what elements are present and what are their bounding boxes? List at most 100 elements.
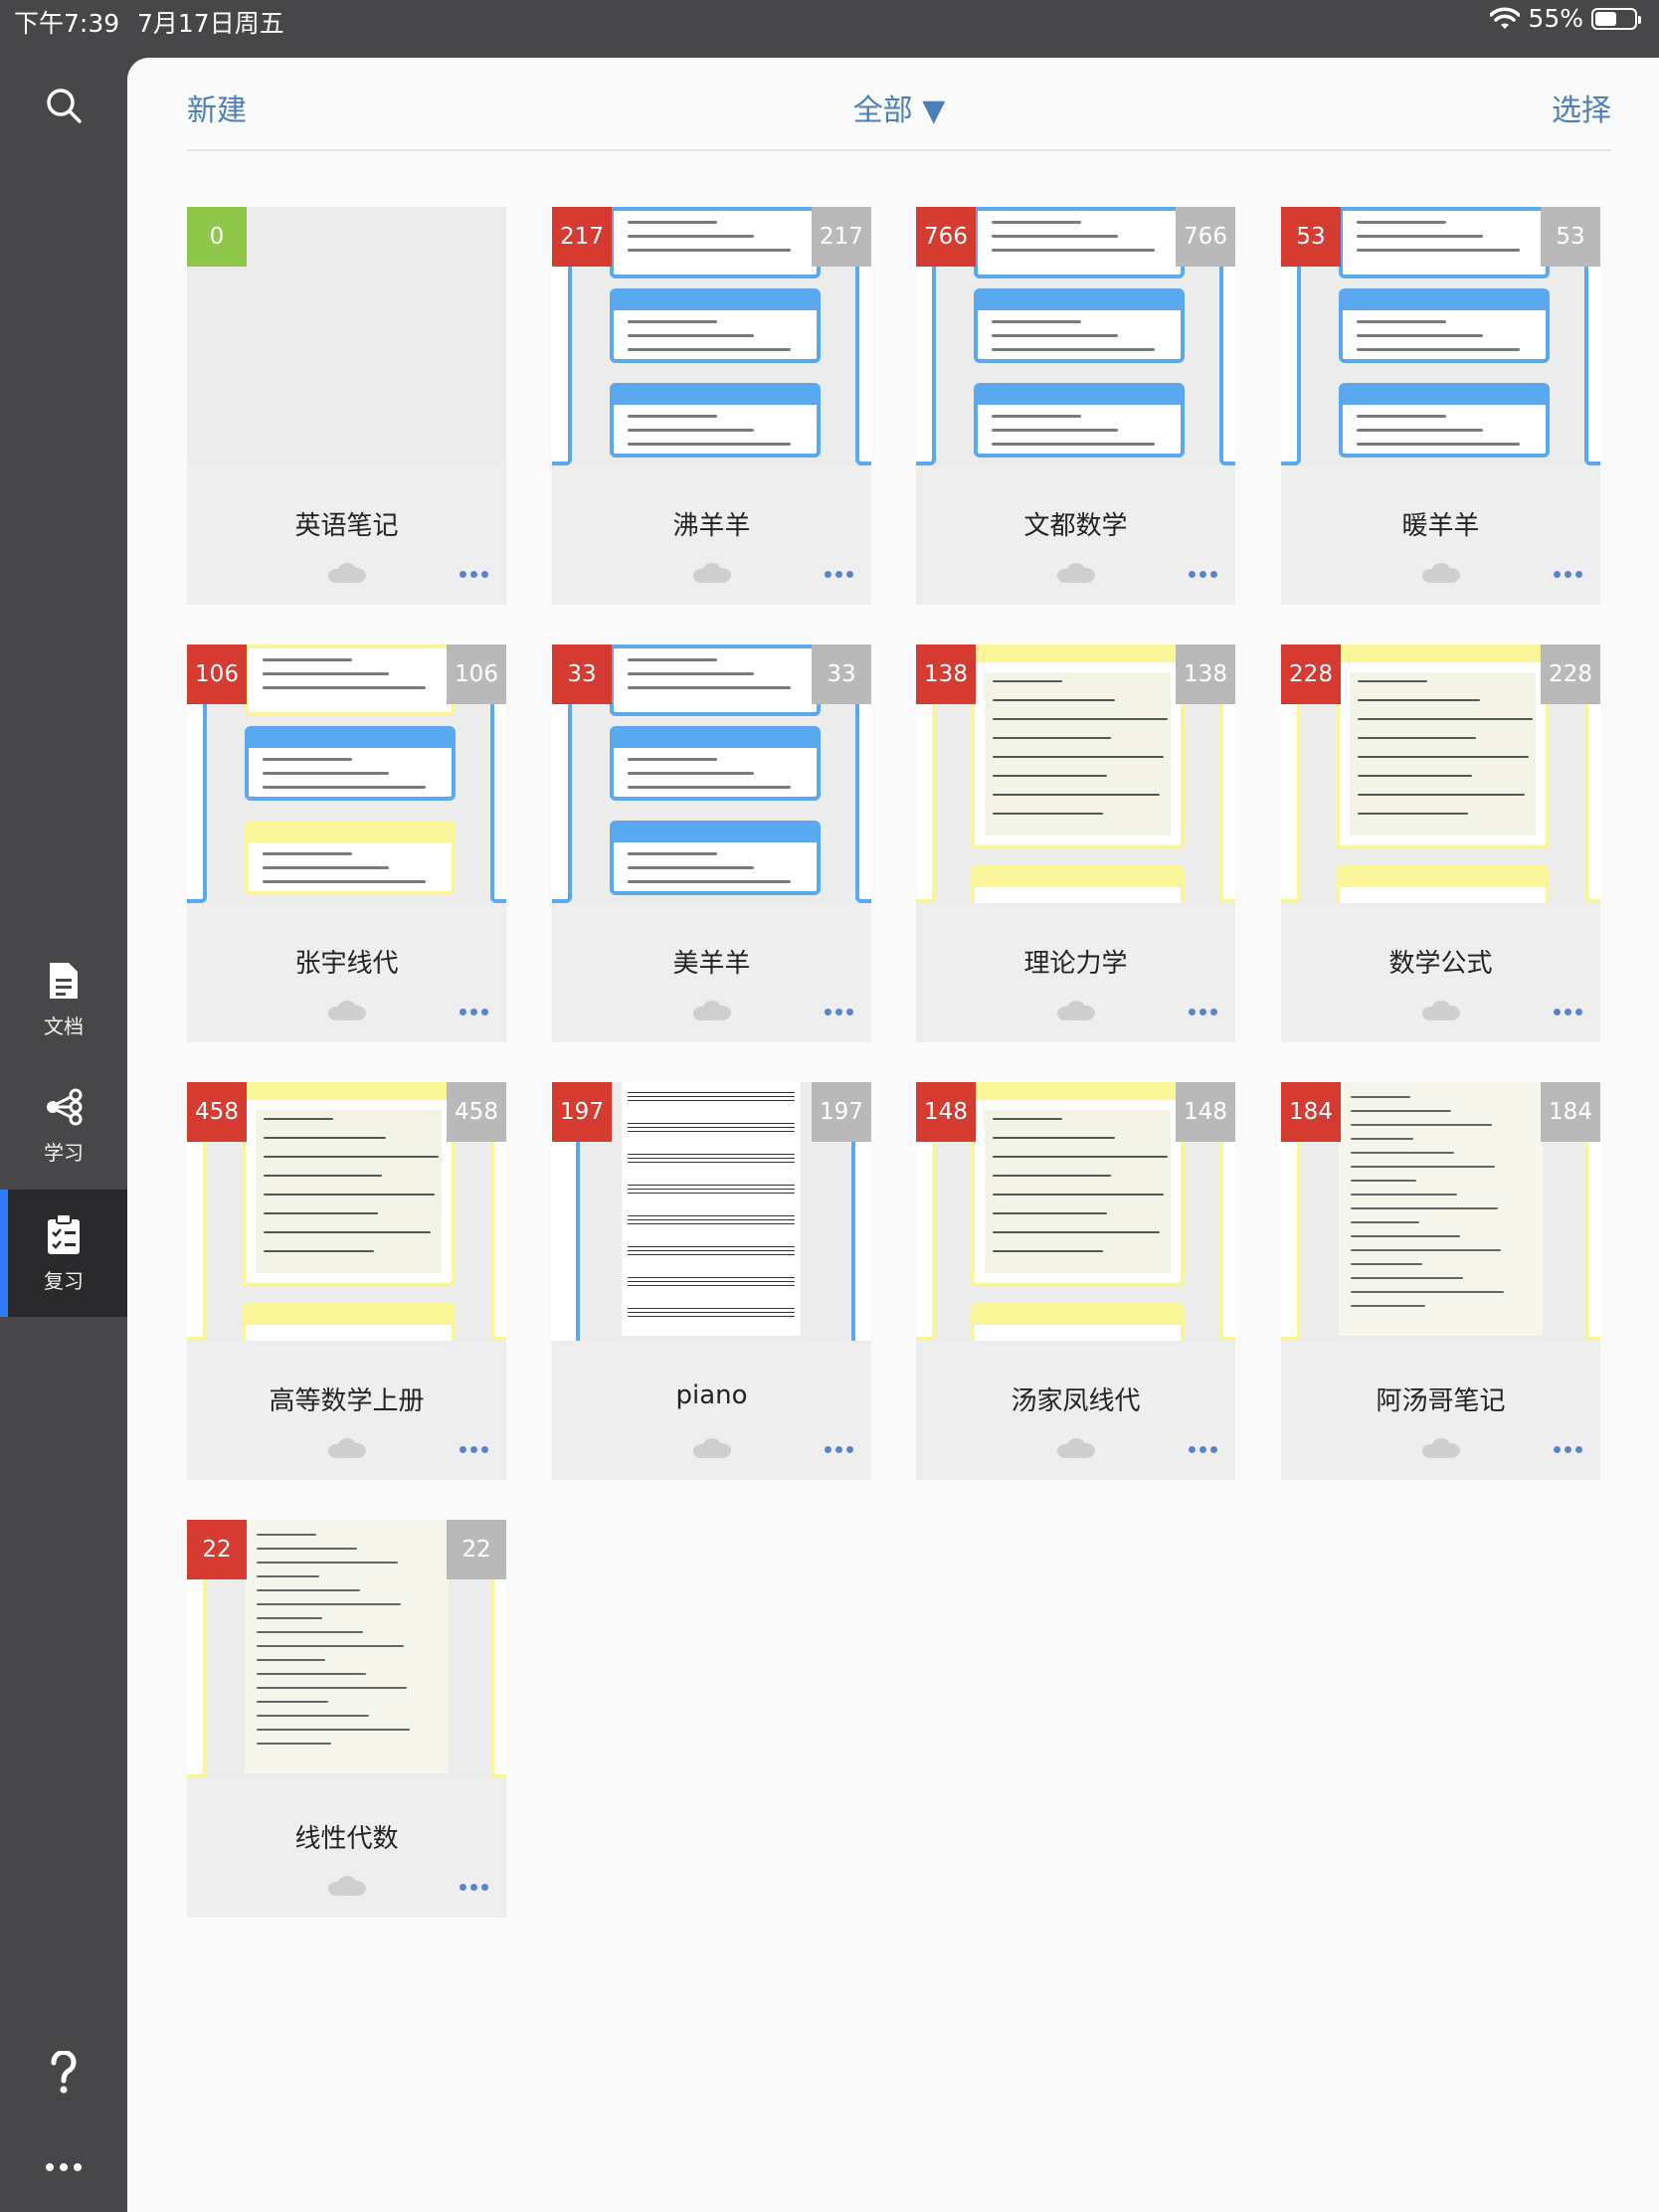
review-count-badge: 217 (552, 207, 612, 267)
notebook-title: 张宇线代 (294, 949, 399, 979)
cloud-icon (1057, 1438, 1095, 1458)
total-count-badge: 217 (812, 207, 871, 267)
notebook-card[interactable]: 197 197 piano (552, 1082, 871, 1480)
ellipsis-icon[interactable] (460, 1884, 488, 1891)
notebook-card[interactable]: 148 148 汤家凤线代 (916, 1082, 1235, 1480)
ellipsis-icon[interactable] (1189, 1009, 1217, 1015)
sidebar-item-study[interactable]: 学习 (0, 1087, 127, 1197)
sidebar-item-label: 学习 (44, 1141, 84, 1165)
clipboard-check-icon (48, 1213, 80, 1254)
cloud-icon (693, 1438, 731, 1458)
wifi-icon (1490, 7, 1521, 29)
cloud-icon (328, 563, 366, 583)
sidebar-item-label: 文档 (44, 1014, 84, 1038)
notebook-title: 汤家凤线代 (1011, 1386, 1141, 1416)
notebook-title: 暖羊羊 (1401, 511, 1480, 541)
document-icon (50, 963, 78, 999)
sidebar-item-docs[interactable]: 文档 (0, 961, 127, 1070)
help-button[interactable] (0, 2051, 127, 2095)
notebook-title: 理论力学 (1023, 949, 1128, 979)
review-count-badge: 228 (1281, 645, 1341, 704)
notebook-card[interactable]: 33 33 美羊羊 (552, 645, 871, 1042)
cloud-icon (328, 1438, 366, 1458)
cloud-icon (1422, 1001, 1460, 1020)
total-count-badge: 33 (812, 645, 871, 704)
total-count-badge: 766 (1176, 207, 1235, 267)
cloud-icon (1422, 1438, 1460, 1458)
notebook-title: 英语笔记 (294, 511, 399, 541)
notebook-card[interactable]: 138 138 理论力学 (916, 645, 1235, 1042)
review-count-badge: 766 (916, 207, 976, 267)
ellipsis-icon[interactable] (1554, 1009, 1582, 1015)
filter-dropdown[interactable]: 全部 ▼ (187, 86, 1611, 129)
review-count-badge: 0 (187, 207, 247, 267)
notebook-title: 沸羊羊 (672, 511, 751, 541)
notebook-title: 高等数学上册 (269, 1386, 425, 1416)
total-count-badge: 228 (1541, 645, 1600, 704)
search-button[interactable] (0, 86, 127, 125)
total-count-badge: 148 (1176, 1082, 1235, 1142)
status-date: 7月17日周五 (137, 9, 284, 38)
battery-icon (1591, 7, 1641, 30)
review-count-badge: 197 (552, 1082, 612, 1142)
toolbar: 新建 全部 ▼ 选择 (187, 58, 1611, 151)
total-count-badge: 138 (1176, 645, 1235, 704)
more-menu-button[interactable] (0, 2162, 127, 2172)
review-count-badge: 106 (187, 645, 247, 704)
sidebar-item-label: 复习 (44, 1269, 84, 1293)
status-right: 55% (1490, 4, 1641, 33)
notebook-title: 阿汤哥笔记 (1376, 1386, 1506, 1416)
cloud-icon (328, 1001, 366, 1020)
notebook-card[interactable]: 217 217 沸羊羊 (552, 207, 871, 605)
select-button[interactable]: 选择 (1552, 86, 1611, 129)
ellipsis-icon[interactable] (1554, 1446, 1582, 1453)
ellipsis-icon[interactable] (460, 1009, 488, 1015)
main-panel: 新建 全部 ▼ 选择 0 英语笔记 217 217 沸羊羊 766 766 文都数学 53 53 暖… (127, 58, 1659, 2212)
notebook-card[interactable]: 228 228 数学公式 (1281, 645, 1600, 1042)
cloud-icon (693, 563, 731, 583)
notebook-title: 美羊羊 (672, 949, 751, 979)
total-count-badge: 458 (447, 1082, 506, 1142)
sidebar: 文档 学习 复习 (0, 58, 127, 2212)
ellipsis-icon[interactable] (1189, 571, 1217, 578)
notebook-card[interactable]: 22 22 线性代数 (187, 1520, 506, 1918)
review-count-badge: 184 (1281, 1082, 1341, 1142)
status-bar: 下午7:39 7月17日周五 55% (0, 0, 1659, 58)
review-count-badge: 148 (916, 1082, 976, 1142)
notebook-title: 文都数学 (1023, 511, 1128, 541)
ellipsis-icon[interactable] (825, 1009, 853, 1015)
question-mark-icon (51, 2051, 77, 2094)
battery-percent: 55% (1528, 4, 1583, 33)
notebook-title: 数学公式 (1388, 949, 1493, 979)
notebook-card[interactable]: 106 106 张宇线代 (187, 645, 506, 1042)
notebook-card[interactable]: 458 458 高等数学上册 (187, 1082, 506, 1480)
review-count-badge: 22 (187, 1520, 247, 1579)
cloud-icon (1057, 563, 1095, 583)
cloud-icon (693, 1001, 731, 1020)
total-count-badge: 106 (447, 645, 506, 704)
ellipsis-icon[interactable] (460, 571, 488, 578)
search-icon (47, 89, 82, 123)
ellipsis-icon[interactable] (460, 1446, 488, 1453)
review-count-badge: 458 (187, 1082, 247, 1142)
review-count-badge: 33 (552, 645, 612, 704)
cloud-icon (328, 1876, 366, 1896)
notebook-card[interactable]: 766 766 文都数学 (916, 207, 1235, 605)
cloud-icon (1057, 1001, 1095, 1020)
ellipsis-icon[interactable] (1189, 1446, 1217, 1453)
notebook-card[interactable]: 184 184 阿汤哥笔记 (1281, 1082, 1600, 1480)
status-time: 下午7:39 (14, 9, 120, 38)
notebook-card[interactable]: 53 53 暖羊羊 (1281, 207, 1600, 605)
total-count-badge: 22 (447, 1520, 506, 1579)
sidebar-item-review[interactable]: 复习 (0, 1190, 127, 1317)
notebook-card[interactable]: 0 英语笔记 (187, 207, 506, 605)
notebook-title: 线性代数 (294, 1824, 399, 1854)
ellipsis-icon (46, 2163, 82, 2171)
cloud-icon (1422, 563, 1460, 583)
ellipsis-icon[interactable] (825, 571, 853, 578)
total-count-badge: 184 (1541, 1082, 1600, 1142)
ellipsis-icon[interactable] (825, 1446, 853, 1453)
total-count-badge: 197 (812, 1082, 871, 1142)
notebook-title: piano (675, 1381, 748, 1410)
ellipsis-icon[interactable] (1554, 571, 1582, 578)
